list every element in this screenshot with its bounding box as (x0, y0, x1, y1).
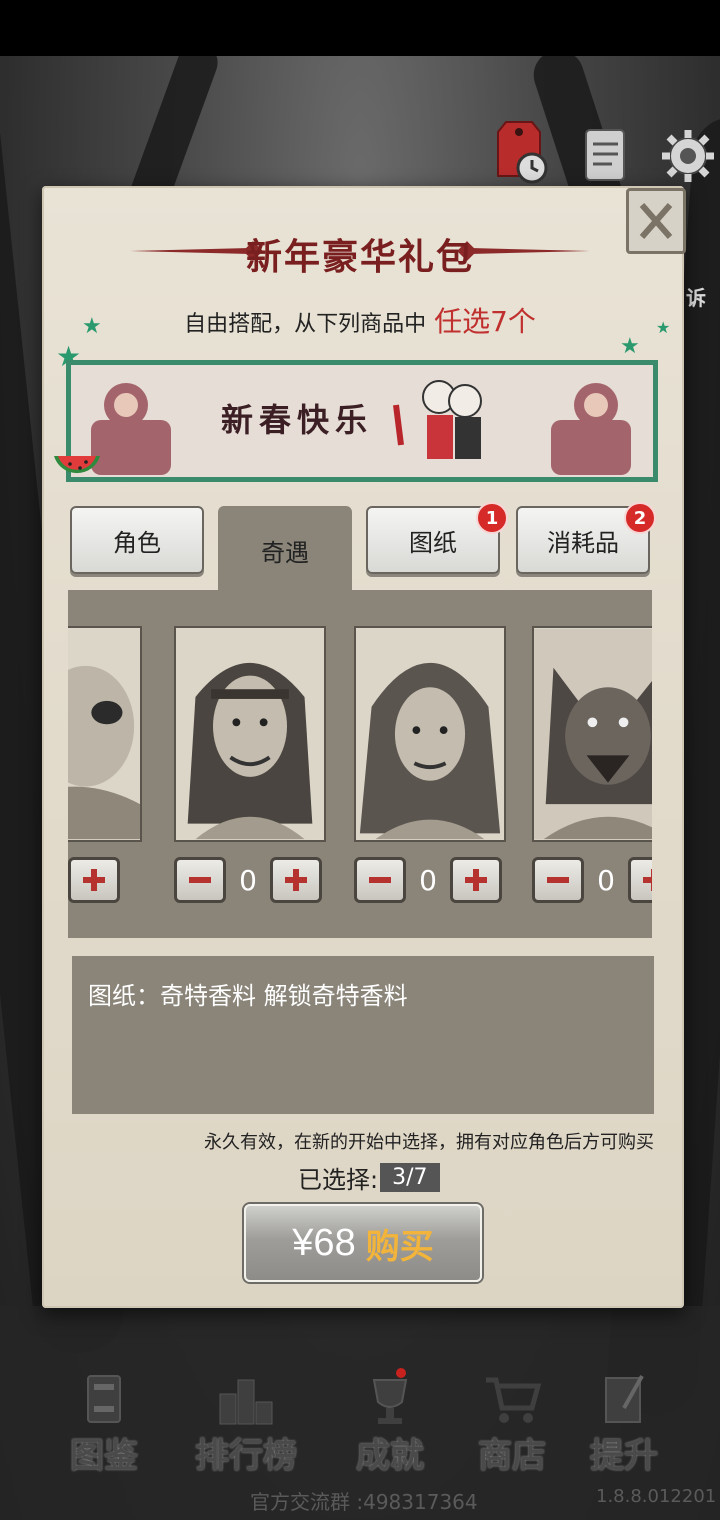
tab-label: 消耗品 (547, 528, 619, 557)
increase-button[interactable] (450, 857, 502, 903)
increase-button[interactable] (68, 857, 120, 903)
werewolf-portrait (534, 628, 652, 840)
dialog-header: 新年豪华礼包 (130, 222, 590, 278)
nav-shop[interactable]: 商店 (452, 1372, 572, 1477)
bear-hood-hunter-portrait (356, 628, 504, 840)
tab-label: 角色 (113, 528, 161, 557)
item-carousel[interactable]: 0 0 0 0 (68, 590, 652, 938)
nav-label: 排行榜 (195, 1436, 297, 1476)
item-card-werewolf[interactable] (532, 626, 652, 842)
tab-label: 奇遇 (261, 538, 309, 567)
item-description-panel: 图纸：奇特香料 解锁奇特香料 (72, 956, 654, 1114)
podium-icon (219, 1379, 273, 1425)
scroll-icon[interactable] (578, 124, 632, 186)
increase-button[interactable] (628, 857, 652, 903)
decrease-button[interactable] (532, 857, 584, 903)
plus-icon (83, 869, 105, 891)
close-icon (639, 203, 673, 239)
nav-upgrade[interactable]: 提升 (564, 1372, 684, 1477)
trophy-icon (372, 1379, 408, 1424)
new-year-banner: 新春快乐 (66, 360, 658, 482)
quantity-stepper[interactable]: 0 (532, 856, 652, 904)
item-description: 图纸：奇特香料 解锁奇特香料 (88, 982, 408, 1010)
quantity-value: 0 (597, 863, 615, 897)
quantity-value: 0 (419, 863, 437, 897)
cart-icon (486, 1377, 542, 1423)
dialog-title: 新年豪华礼包 (245, 237, 474, 278)
subtitle-highlight: 任选7个 (434, 305, 536, 338)
nav-codex[interactable]: 图鉴 (44, 1372, 164, 1477)
quantity-stepper[interactable]: 0 (174, 856, 322, 904)
tab-encounters[interactable]: 奇遇 (218, 506, 352, 594)
decrease-button[interactable] (354, 857, 406, 903)
tab-label: 图纸 (409, 528, 457, 557)
watermelon-icon (54, 456, 100, 474)
decrease-button[interactable] (174, 857, 226, 903)
nav-label: 提升 (590, 1436, 658, 1476)
eyepatch-man-portrait (68, 628, 140, 840)
banner-text: 新春快乐 (221, 401, 374, 439)
tab-characters[interactable]: 角色 (70, 506, 204, 574)
nav-leaderboard[interactable]: 排行榜 (186, 1372, 306, 1477)
item-card-eyepatch-man[interactable] (68, 626, 142, 842)
community-group-info: 官方交流群 :498317364 (250, 1490, 478, 1514)
achievement-notification-dot (396, 1368, 406, 1378)
minus-icon (189, 877, 211, 883)
tab-consumables-badge: 2 (624, 502, 656, 534)
close-button[interactable] (626, 188, 686, 254)
version-label: 1.8.8.012201 (596, 1486, 717, 1507)
minus-icon (369, 877, 391, 883)
minus-icon (547, 877, 569, 883)
buy-label: 购买 (365, 1226, 434, 1267)
selection-value: 3/7 (380, 1163, 440, 1192)
plus-icon (465, 869, 487, 891)
star-icon: ★ (82, 314, 102, 339)
timed-gift-tag-icon[interactable] (492, 116, 548, 188)
dialog-subtitle: 自由搭配，从下列商品中 任选7个 (0, 300, 720, 340)
item-card-bear-hood-hunter[interactable] (354, 626, 506, 842)
nav-label: 图鉴 (70, 1436, 138, 1476)
quantity-stepper[interactable]: 0 (68, 856, 120, 904)
settings-gear-icon[interactable] (660, 128, 716, 184)
book-icon (87, 1375, 121, 1423)
plus-icon (643, 869, 652, 891)
subtitle-text: 自由搭配，从下列商品中 (184, 312, 427, 337)
tab-blueprints-badge: 1 (476, 502, 508, 534)
star-icon: ★ (656, 318, 671, 337)
nav-label: 成就 (356, 1436, 424, 1476)
purchase-note: 永久有效，在新的开始中选择，拥有对应角色后方可购买 (204, 1132, 654, 1153)
nav-label: 商店 (478, 1436, 546, 1476)
buy-button[interactable]: ¥68 购买 (244, 1204, 482, 1282)
increase-button[interactable] (270, 857, 322, 903)
quantity-value: 0 (239, 863, 257, 897)
selection-label: 已选择: (298, 1166, 379, 1194)
quill-icon (605, 1375, 644, 1423)
headband-warrior-portrait (176, 628, 324, 840)
plus-icon (285, 869, 307, 891)
quantity-stepper[interactable]: 0 (354, 856, 502, 904)
item-card-headband-warrior[interactable] (174, 626, 326, 842)
selection-counter: 已选择: 3/7 (298, 1160, 440, 1195)
buy-price: ¥68 (292, 1221, 356, 1264)
star-icon: ★ (620, 334, 640, 359)
nav-achievements[interactable]: 成就 (330, 1372, 450, 1477)
